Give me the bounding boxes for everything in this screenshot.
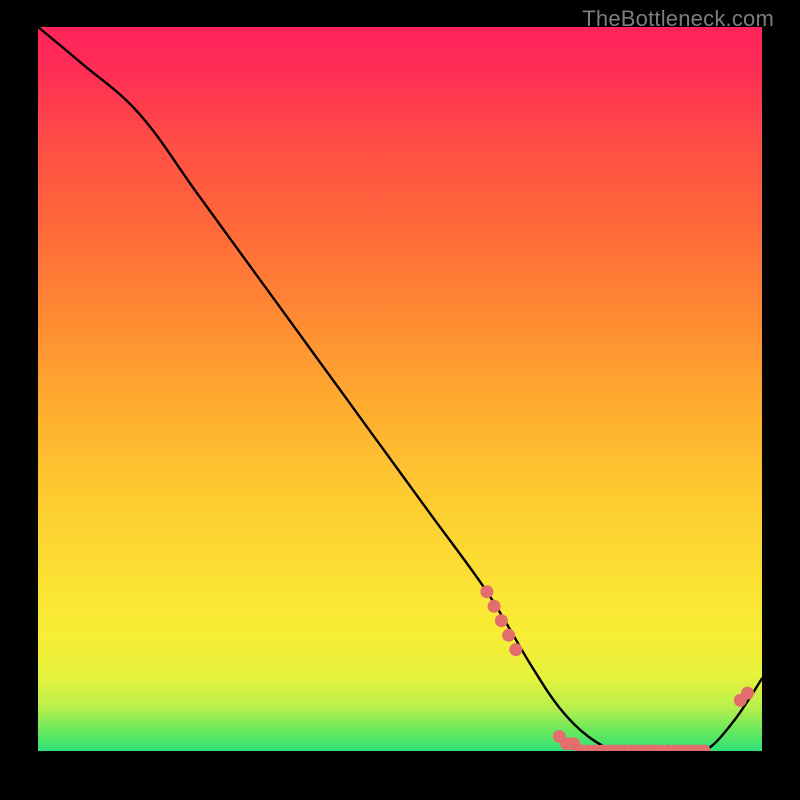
scatter-point [480,585,493,598]
bottleneck-curve [38,27,762,751]
scatter-points [480,585,754,751]
scatter-point [495,614,508,627]
chart-stage: TheBottleneck.com [0,0,800,800]
curve-svg [38,27,762,751]
scatter-point [488,600,501,613]
scatter-point [502,629,515,642]
scatter-point [509,643,522,656]
plot-area [38,27,762,751]
scatter-point [741,687,754,700]
